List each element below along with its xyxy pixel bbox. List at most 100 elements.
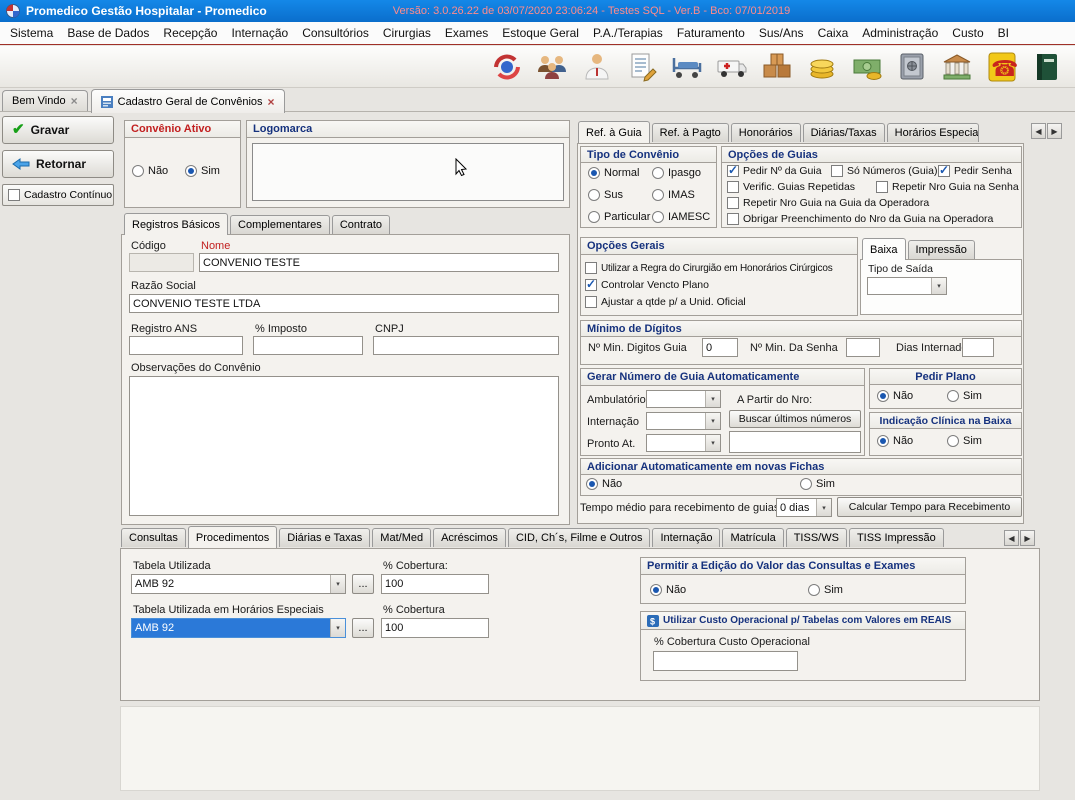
tab-complementares[interactable]: Complementares xyxy=(230,215,330,234)
chevron-down-icon[interactable] xyxy=(705,391,720,407)
observacoes-textarea[interactable] xyxy=(129,376,559,516)
menu-item-administracao[interactable]: Administração xyxy=(855,23,945,43)
chevron-down-icon[interactable] xyxy=(705,435,720,451)
radio-normal[interactable]: Normal xyxy=(588,166,639,180)
permitir-radio-sim[interactable]: Sim xyxy=(808,583,843,597)
convenio-ativo-radio-nao[interactable]: Não xyxy=(132,164,168,178)
radio-sus[interactable]: Sus xyxy=(588,188,623,202)
hospital-bed-icon[interactable] xyxy=(669,49,705,85)
checkbox-repetir-nro-guia-senha[interactable]: Repetir Nro Guia na Senha xyxy=(876,180,1019,194)
logomarca-image-area[interactable] xyxy=(252,143,564,201)
internacao-select[interactable] xyxy=(646,412,721,430)
chevron-down-icon[interactable] xyxy=(330,619,345,637)
menu-item-bi[interactable]: BI xyxy=(991,23,1016,43)
radio-particular[interactable]: Particular xyxy=(588,210,650,224)
tab-horarios-especiais[interactable]: Horários Especiais xyxy=(887,123,979,142)
nome-input[interactable] xyxy=(199,253,559,272)
radio-ipasgo[interactable]: Ipasgo xyxy=(652,166,701,180)
adicionar-radio-nao[interactable]: Não xyxy=(586,477,622,491)
a-partir-do-nro-input[interactable] xyxy=(729,431,861,453)
checkbox-regra-cirurgiao[interactable]: Utilizar a Regra do Cirurgião em Honorár… xyxy=(585,261,833,275)
chevron-down-icon[interactable] xyxy=(931,278,946,294)
ambulatorio-select[interactable] xyxy=(646,390,721,408)
cobertura2-input[interactable] xyxy=(381,618,489,638)
tab-scroll-right-button[interactable]: ▶ xyxy=(1047,123,1062,139)
min-digitos-guia-input[interactable] xyxy=(702,338,738,357)
checkbox-ajustar-qtde[interactable]: Ajustar a qtde p/ a Unid. Oficial xyxy=(585,295,746,309)
tab-acrescimos[interactable]: Acréscimos xyxy=(433,528,506,547)
tab-bem-vindo[interactable]: Bem Vindo × xyxy=(2,90,88,111)
menu-item-cirurgias[interactable]: Cirurgias xyxy=(376,23,438,43)
checkbox-controlar-vencto-plano[interactable]: Controlar Vencto Plano xyxy=(585,278,709,292)
close-icon[interactable]: × xyxy=(71,96,78,106)
chevron-down-icon[interactable] xyxy=(705,413,720,429)
cobertura-input[interactable] xyxy=(381,574,489,594)
menu-item-recepcao[interactable]: Recepção xyxy=(156,23,224,43)
menu-item-base-de-dados[interactable]: Base de Dados xyxy=(60,23,156,43)
checkbox-verific-guias-repetidas[interactable]: Verific. Guias Repetidas xyxy=(727,180,855,194)
chevron-down-icon[interactable] xyxy=(816,499,831,516)
imposto-input[interactable] xyxy=(253,336,363,355)
tab-registros-basicos[interactable]: Registros Básicos xyxy=(124,213,228,235)
close-icon[interactable]: × xyxy=(268,97,275,107)
tabela-especiais-browse-button[interactable]: ... xyxy=(352,618,374,638)
checkbox-so-numeros-guia[interactable]: Só Números (Guia) xyxy=(831,164,937,178)
radio-imas[interactable]: IMAS xyxy=(652,188,695,202)
reception-icon[interactable] xyxy=(534,49,570,85)
doctor-icon[interactable] xyxy=(579,49,615,85)
tipo-saida-select[interactable] xyxy=(867,277,947,295)
cobertura-custo-input[interactable] xyxy=(653,651,798,671)
registro-ans-input[interactable] xyxy=(129,336,243,355)
checkbox-obrigar-preenchimento-nro[interactable]: Obrigar Preenchimento do Nro da Guia na … xyxy=(727,212,993,226)
pronto-at-select[interactable] xyxy=(646,434,721,452)
cnpj-input[interactable] xyxy=(373,336,559,355)
menu-item-exames[interactable]: Exames xyxy=(438,23,495,43)
checkbox-pedir-senha[interactable]: Pedir Senha xyxy=(938,164,1012,178)
menu-item-pa-terapias[interactable]: P.A./Terapias xyxy=(586,23,670,43)
checkbox-repetir-nro-guia-operadora[interactable]: Repetir Nro Guia na Guia da Operadora xyxy=(727,196,929,210)
sync-icon[interactable] xyxy=(489,49,525,85)
tab-diarias-e-taxas[interactable]: Diárias e Taxas xyxy=(279,528,370,547)
dias-internado-input[interactable] xyxy=(962,338,994,357)
razao-social-input[interactable] xyxy=(129,294,559,313)
tab-procedimentos[interactable]: Procedimentos xyxy=(188,526,277,548)
tab-scroll-left-button[interactable]: ◀ xyxy=(1031,123,1046,139)
cadastro-continuo-checkbox[interactable]: Cadastro Contínuo xyxy=(2,184,114,206)
medical-records-icon[interactable] xyxy=(624,49,660,85)
calcular-tempo-button[interactable]: Calcular Tempo para Recebimento xyxy=(837,497,1022,517)
tabela-especiais-select[interactable]: AMB 92 xyxy=(131,618,346,638)
bottom-tab-scroll-left-button[interactable]: ◀ xyxy=(1004,530,1019,546)
tab-baixa[interactable]: Baixa xyxy=(862,238,906,260)
min-senha-input[interactable] xyxy=(846,338,880,357)
menu-item-custo[interactable]: Custo xyxy=(945,23,990,43)
menu-item-caixa[interactable]: Caixa xyxy=(811,23,856,43)
menu-item-consultorios[interactable]: Consultórios xyxy=(295,23,376,43)
tab-cadastro-geral-convenios[interactable]: Cadastro Geral de Convênios × xyxy=(91,89,285,113)
buscar-ultimos-numeros-button[interactable]: Buscar últimos números xyxy=(729,410,861,428)
billing-icon[interactable] xyxy=(804,49,840,85)
menu-item-faturamento[interactable]: Faturamento xyxy=(670,23,752,43)
pedir-plano-radio-nao[interactable]: Não xyxy=(877,389,913,403)
permitir-radio-nao[interactable]: Não xyxy=(650,583,686,597)
book-icon[interactable] xyxy=(1029,49,1065,85)
adicionar-radio-sim[interactable]: Sim xyxy=(800,477,835,491)
chevron-down-icon[interactable] xyxy=(330,575,345,593)
tab-consultas[interactable]: Consultas xyxy=(121,528,186,547)
convenio-ativo-radio-sim[interactable]: Sim xyxy=(185,164,220,178)
tabela-utilizada-select[interactable]: AMB 92 xyxy=(131,574,346,594)
tab-mat-med[interactable]: Mat/Med xyxy=(372,528,431,547)
menu-item-sus-ans[interactable]: Sus/Ans xyxy=(752,23,811,43)
tab-tiss-ws[interactable]: TISS/WS xyxy=(786,528,847,547)
stock-icon[interactable] xyxy=(759,49,795,85)
tab-tiss-impressao[interactable]: TISS Impressão xyxy=(849,528,944,547)
tab-impressao[interactable]: Impressão xyxy=(908,240,975,259)
ambulance-icon[interactable] xyxy=(714,49,750,85)
tab-matricula[interactable]: Matrícula xyxy=(722,528,783,547)
safe-icon[interactable] xyxy=(894,49,930,85)
menu-item-estoque-geral[interactable]: Estoque Geral xyxy=(495,23,586,43)
tab-ref-a-pagto[interactable]: Ref. à Pagto xyxy=(652,123,729,142)
phone-icon[interactable]: ☎ xyxy=(984,49,1020,85)
pedir-plano-radio-sim[interactable]: Sim xyxy=(947,389,982,403)
tab-contrato[interactable]: Contrato xyxy=(332,215,390,234)
tempo-medio-select[interactable]: 0 dias xyxy=(776,498,832,517)
